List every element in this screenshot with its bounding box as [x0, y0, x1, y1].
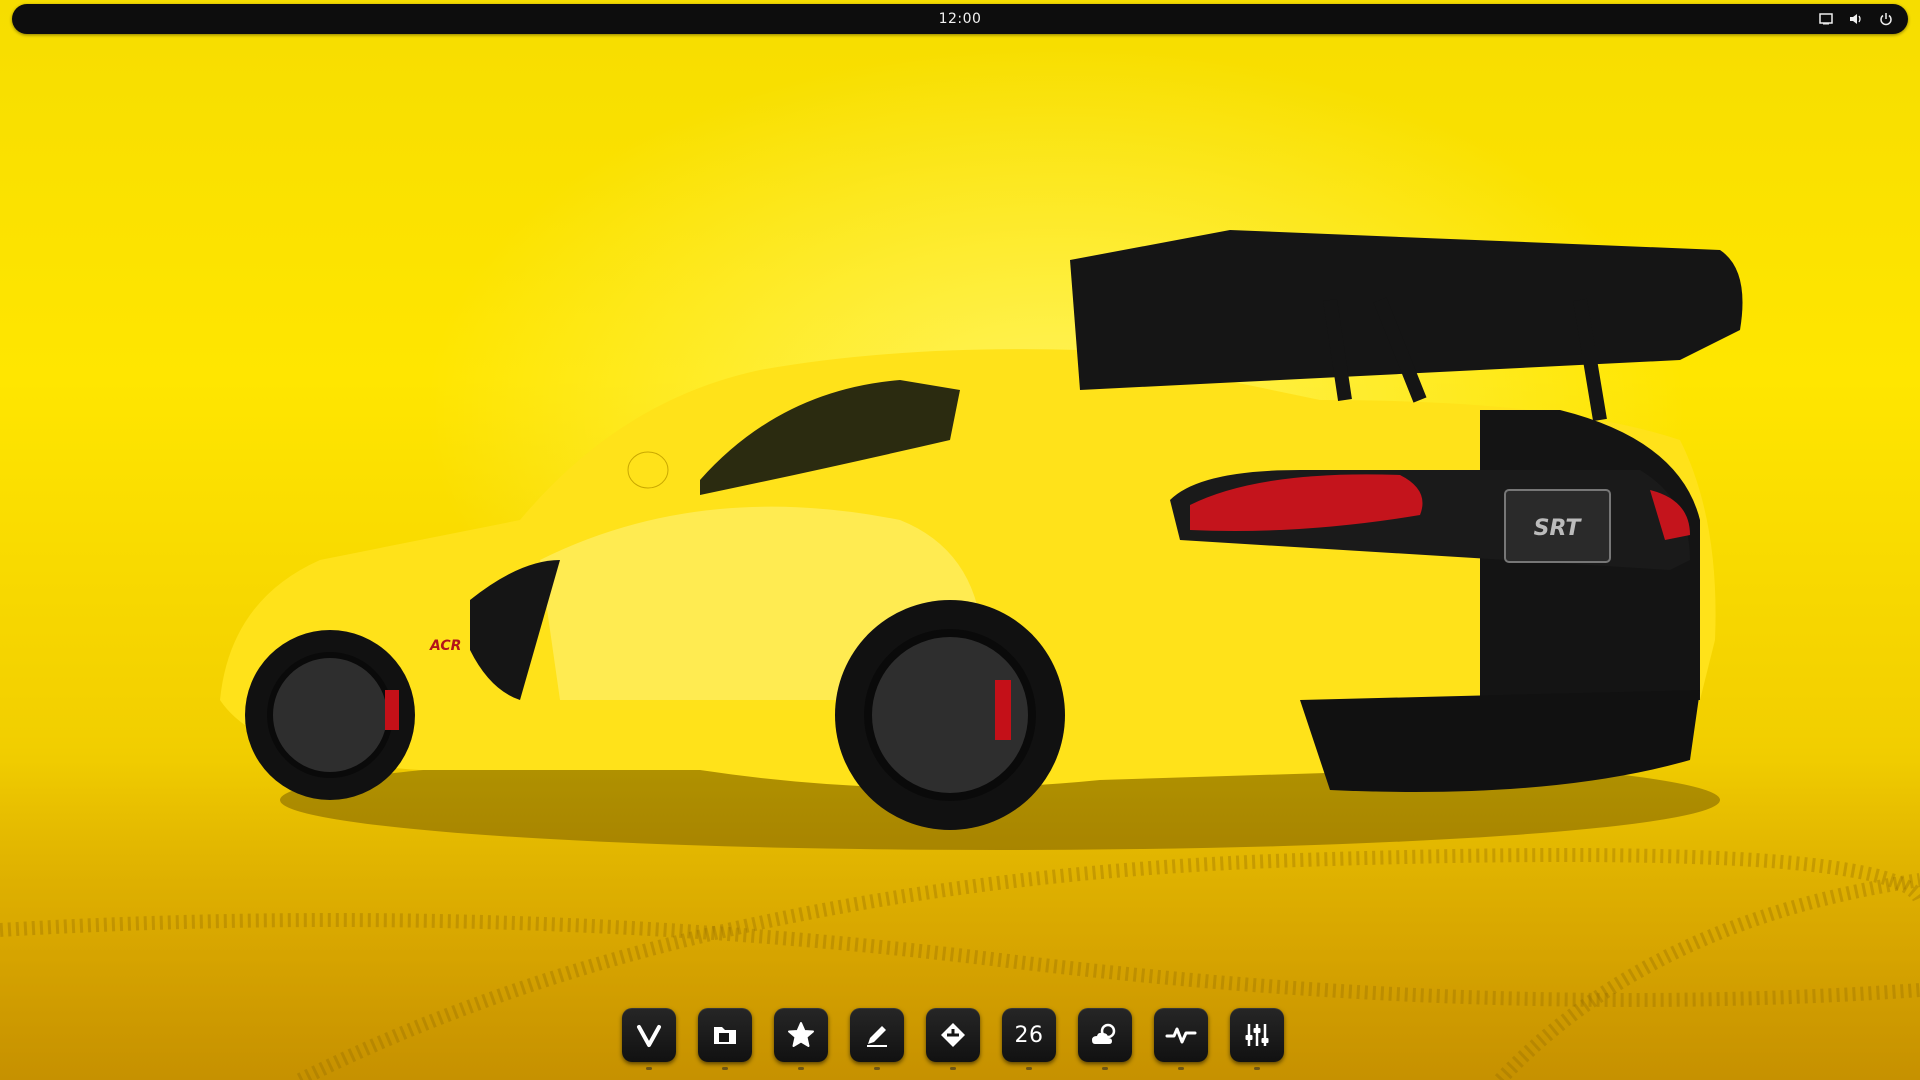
- dock: 26: [622, 1008, 1284, 1070]
- acr-badge: ACR: [429, 638, 461, 654]
- favorites-star-icon[interactable]: [774, 1008, 828, 1070]
- srt-badge: SRT: [1534, 516, 1583, 541]
- volume-icon[interactable]: [1848, 11, 1864, 27]
- files-icon[interactable]: [698, 1008, 752, 1070]
- top-panel: 12:00: [12, 4, 1908, 34]
- app-center-icon[interactable]: [926, 1008, 980, 1070]
- wallpaper-car-illustration: SRT ACR: [0, 230, 1920, 1080]
- weather-icon[interactable]: [1078, 1008, 1132, 1070]
- vivaldi-browser-icon[interactable]: [622, 1008, 676, 1070]
- system-monitor-icon[interactable]: [1154, 1008, 1208, 1070]
- calendar-icon[interactable]: 26: [1002, 1008, 1056, 1070]
- clock[interactable]: 12:00: [939, 4, 982, 34]
- system-tray: [1818, 4, 1894, 34]
- settings-mixer-icon[interactable]: [1230, 1008, 1284, 1070]
- display-icon[interactable]: [1818, 11, 1834, 27]
- power-icon[interactable]: [1878, 11, 1894, 27]
- calendar-date: 26: [1014, 1022, 1044, 1048]
- text-editor-icon[interactable]: [850, 1008, 904, 1070]
